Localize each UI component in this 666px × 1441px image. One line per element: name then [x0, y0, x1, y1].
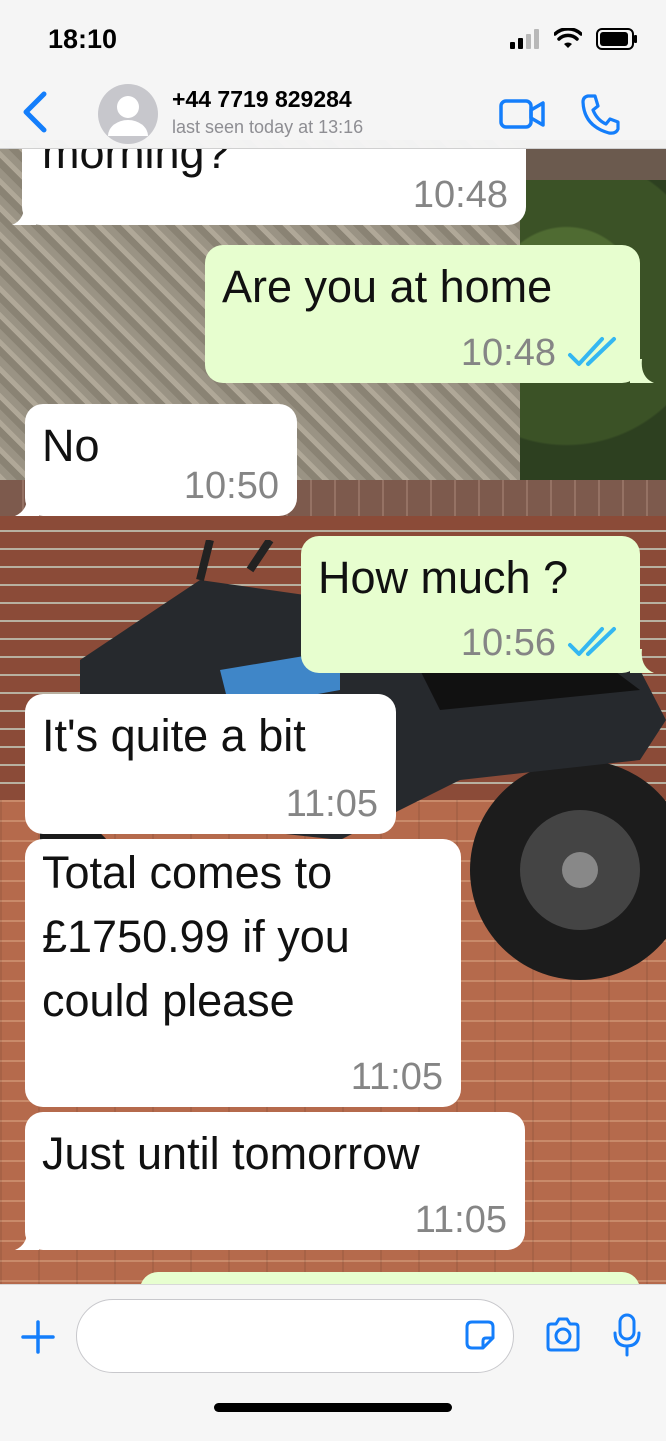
message-input[interactable]: [76, 1299, 514, 1373]
message-text: Are you at home: [222, 261, 553, 312]
message-text: No: [42, 420, 100, 471]
message-time: 11:05: [350, 1056, 443, 1098]
plus-icon[interactable]: [20, 1319, 56, 1355]
message-text: How much ?: [318, 552, 569, 603]
bubble-tail: [630, 649, 654, 673]
message-bubble-outgoing[interactable]: Are you at home 10:48: [205, 245, 640, 383]
message-time: 10:48: [412, 174, 508, 216]
battery-icon: [596, 28, 637, 50]
bubble-tail: [12, 201, 36, 225]
message-text-line: Total comes to: [42, 847, 333, 898]
message-time: 10:48: [460, 332, 556, 374]
status-time: 18:10: [48, 24, 118, 54]
camera-icon[interactable]: [544, 1317, 582, 1353]
bubble-tail: [630, 359, 654, 383]
message-bubble-incoming[interactable]: No 10:50: [25, 404, 297, 516]
wifi-icon: [554, 28, 582, 48]
phone-call-icon[interactable]: [580, 92, 620, 136]
message-text: morning?: [42, 149, 230, 178]
message-time: 11:05: [285, 783, 378, 825]
read-receipt-icon: [568, 337, 616, 366]
message-bubble-incoming[interactable]: Total comes to £1750.99 if you could ple…: [25, 839, 461, 1107]
video-call-icon[interactable]: [498, 96, 546, 132]
message-bubble-incoming[interactable]: It's quite a bit 11:05: [25, 694, 396, 834]
cellular-signal-icon: [510, 29, 539, 49]
status-icons: [510, 28, 638, 50]
composer-bar: [0, 1284, 666, 1441]
status-bar: 18:10: [0, 0, 666, 80]
message-bubble-outgoing-partial[interactable]: [140, 1272, 640, 1284]
bubble-tail: [15, 1226, 39, 1250]
message-bubble-outgoing[interactable]: How much ? 10:56: [301, 536, 640, 673]
message-bubble-incoming[interactable]: morning? 10:48: [22, 149, 526, 225]
microphone-icon[interactable]: [612, 1313, 642, 1357]
message-time: 10:50: [183, 465, 279, 507]
sticker-icon[interactable]: [464, 1319, 496, 1351]
contact-name[interactable]: +44 7719 829284: [172, 86, 352, 113]
message-time: 11:05: [414, 1199, 507, 1241]
message-text-line: could please: [42, 975, 295, 1026]
chat-header: +44 7719 829284 last seen today at 13:16: [0, 80, 666, 149]
message-time: 10:56: [460, 622, 556, 664]
last-seen-status: last seen today at 13:16: [172, 117, 364, 137]
message-text: Just until tomorrow: [42, 1128, 420, 1179]
chat-messages[interactable]: morning? 10:48 Are you at home 10:48 No …: [0, 149, 666, 1284]
avatar-icon: [108, 96, 148, 136]
message-bubble-incoming[interactable]: Just until tomorrow 11:05: [25, 1112, 525, 1250]
back-chevron-icon[interactable]: [18, 90, 54, 134]
bubble-tail: [15, 492, 39, 516]
home-indicator[interactable]: [214, 1403, 452, 1412]
message-text: It's quite a bit: [42, 710, 306, 761]
message-text-line: £1750.99 if you: [42, 911, 350, 962]
read-receipt-icon: [568, 627, 616, 656]
avatar[interactable]: [98, 84, 158, 144]
